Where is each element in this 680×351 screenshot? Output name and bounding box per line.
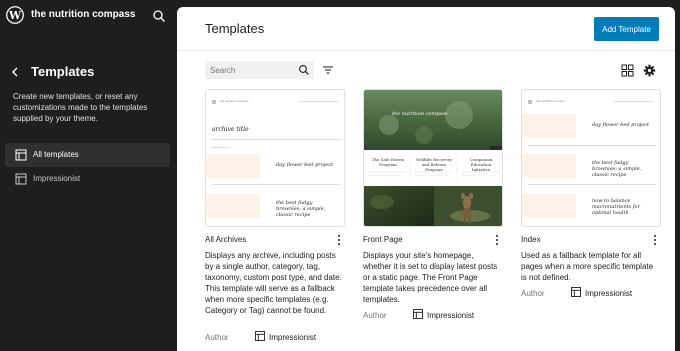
author-label: Author [363,311,387,320]
site-hub: W the nutrition compass [0,0,177,32]
layout-icon [15,173,27,185]
author-name: Impressionist [269,333,317,342]
main-header: Templates Add Template [177,7,675,51]
site-title[interactable]: the nutrition compass [31,9,135,20]
sidebar-item-label: All templates [33,150,79,159]
author-name: Impressionist [427,311,475,320]
template-card-index[interactable]: the nutrition compass day flower bed pro… [521,89,661,351]
card-description: Used as a fallback template for all page… [521,251,654,282]
card-description: Displays your site's homepage, whether i… [363,251,498,304]
preview-post-title: day flower bed project [592,122,650,128]
grid-view-icon[interactable] [621,64,634,77]
main-panel: Templates Add Template the nutr [177,7,675,351]
page-title: Templates [205,21,265,36]
search-input[interactable] [205,61,295,79]
search-field[interactable] [205,61,314,79]
preview-site-name: the nutrition compass [536,99,565,103]
author-row: Author Impressionist [205,331,345,343]
layout-icon [413,309,423,319]
more-options-icon[interactable] [651,234,659,246]
sidebar-description: Create new templates, or reset any custo… [13,92,148,123]
more-options-icon[interactable] [335,234,343,246]
wordpress-logo-icon[interactable]: W [6,6,24,24]
preview-site-name: the nutrition compass [220,99,249,103]
card-description: Displays any archive, including posts by… [205,251,342,315]
preview-post-title: the best fudgy brownies: a simple, class… [276,200,326,218]
layout-icon [15,149,27,161]
template-card-front-page[interactable]: the nutrition compass The Safe Haven Pro… [363,89,503,351]
author-row: Author Impressionist [363,309,503,321]
preview-column-heading: Companion Education Initiative [469,157,493,172]
back-chevron-icon[interactable] [8,64,22,80]
preview-post-title: day flower bed project [276,162,334,168]
card-title[interactable]: Front Page [363,235,403,244]
preview-banner-title: the nutrition compass [392,111,448,117]
author-row: Author Impressionist [521,287,661,299]
preview-post-title: the best fudgy brownies: a simple, class… [592,160,642,178]
template-card-all-archives[interactable]: the nutrition compass archive title day … [205,89,345,351]
layout-icon [255,331,265,341]
gear-icon[interactable] [643,64,656,77]
preview-post-title: how to balance macronutrients for optima… [592,198,640,216]
preview-column-heading: Wildlife Recovery and Release Program [416,157,452,172]
sidebar: W the nutrition compass Templates Create… [0,0,177,351]
search-icon[interactable] [152,9,166,23]
more-options-icon[interactable] [493,234,501,246]
author-name: Impressionist [585,289,633,298]
sidebar-item-all-templates[interactable]: All templates [5,143,170,167]
author-label: Author [521,289,545,298]
svg-text:W: W [8,9,22,22]
template-preview[interactable]: the nutrition compass The Safe Haven Pro… [363,89,503,227]
filter-icon[interactable] [322,64,334,76]
card-title[interactable]: All Archives [205,235,246,244]
preview-heading: archive title [212,126,249,133]
sidebar-title: Templates [31,64,95,79]
add-template-button[interactable]: Add Template [594,17,659,41]
template-preview[interactable]: the nutrition compass day flower bed pro… [521,89,661,227]
template-preview[interactable]: the nutrition compass archive title day … [205,89,345,227]
search-icon[interactable] [298,64,310,76]
card-title[interactable]: Index [521,235,541,244]
sidebar-item-label: Impressionist [33,174,81,183]
preview-column-heading: The Safe Haven Program [371,157,405,167]
sidebar-item-impressionist[interactable]: Impressionist [5,167,170,191]
layout-icon [571,287,581,297]
author-label: Author [205,333,229,342]
